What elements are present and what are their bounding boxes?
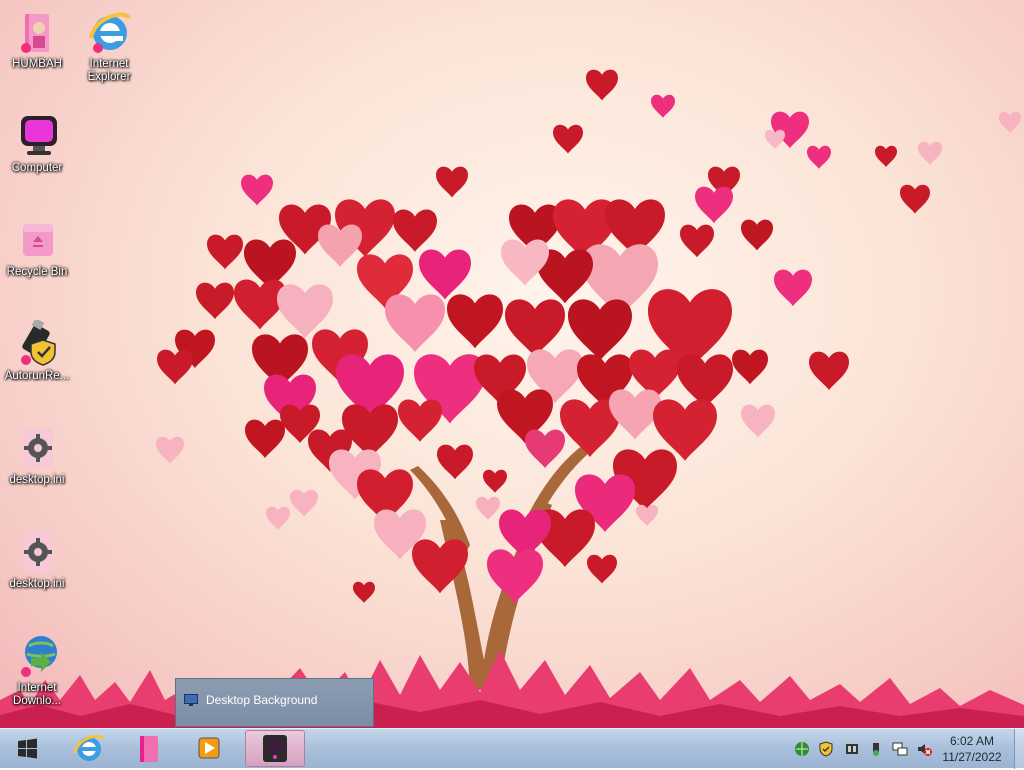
desktop-icon-label: Recycle Bin — [6, 266, 68, 278]
settings-file-icon — [13, 528, 61, 576]
download-manager-icon — [13, 632, 61, 680]
desktop-icon-label: desktop.ini — [9, 474, 65, 486]
windows-start-icon — [18, 738, 37, 759]
usb-shield-icon — [13, 318, 61, 368]
clock-time: 6:02 AM — [949, 734, 995, 748]
taskbar: 6:02 AM 11/27/2022 — [0, 728, 1024, 769]
folder-doll-icon — [13, 8, 61, 56]
desktop-icon-internet-download-manager[interactable]: Internet Downlo... — [0, 632, 74, 708]
app-tray-icon[interactable] — [844, 741, 860, 757]
desktop-background-label: Desktop Background — [206, 693, 318, 707]
usb-tray-icon[interactable] — [868, 741, 884, 757]
shield-icon[interactable] — [818, 741, 834, 757]
desktop-background-popup[interactable]: Desktop Background — [175, 678, 374, 727]
desktop-icon-label: AutorunRe... — [4, 370, 70, 382]
computer-icon — [13, 112, 61, 160]
taskbar-folder[interactable] — [122, 730, 176, 767]
desktop-icon-desktop-ini-1[interactable]: desktop.ini — [0, 424, 74, 487]
internet-explorer-icon — [85, 8, 133, 56]
desktop-icon-label: desktop.ini — [9, 578, 65, 590]
desktop-icon-internet-explorer[interactable]: Internet Explorer — [72, 8, 146, 84]
desktop-icon-label: HUMBAH — [12, 58, 62, 70]
clock-date: 11/27/2022 — [942, 750, 1002, 764]
desktop-icon-humbah[interactable]: HUMBAH — [0, 8, 74, 71]
folder-icon — [140, 736, 158, 762]
desktop-icon-label: Computer — [11, 162, 63, 174]
desktop-icon-recycle-bin[interactable]: Recycle Bin — [0, 216, 74, 279]
desktop[interactable]: HUMBAH Internet Explorer Computer Recycl… — [0, 0, 1024, 728]
start-button[interactable] — [4, 731, 50, 767]
show-desktop-button[interactable] — [1014, 729, 1024, 769]
taskbar-internet-explorer[interactable] — [62, 730, 116, 767]
desktop-icon-desktop-ini-2[interactable]: desktop.ini — [0, 528, 74, 591]
active-app-icon — [263, 735, 287, 762]
taskbar-media-player[interactable] — [182, 730, 236, 767]
network-globe-icon[interactable] — [794, 741, 810, 757]
media-player-icon — [198, 737, 220, 759]
network-icon[interactable] — [892, 741, 908, 757]
desktop-icon-label: Internet Explorer — [87, 58, 131, 83]
desktop-icon-autorun[interactable]: AutorunRe... — [0, 318, 74, 383]
recycle-bin-icon — [13, 216, 61, 264]
internet-explorer-icon — [73, 734, 105, 761]
taskbar-active-app[interactable] — [245, 730, 305, 767]
wallpaper-heart-tree — [0, 69, 1024, 728]
desktop-icon-computer[interactable]: Computer — [0, 112, 74, 175]
desktop-icon-label: Internet Downlo... — [13, 682, 61, 707]
settings-file-icon — [13, 424, 61, 472]
clock[interactable]: 6:02 AM 11/27/2022 — [930, 733, 1014, 765]
desktop-background-item[interactable]: Desktop Background — [184, 693, 317, 707]
monitor-icon — [184, 694, 198, 706]
